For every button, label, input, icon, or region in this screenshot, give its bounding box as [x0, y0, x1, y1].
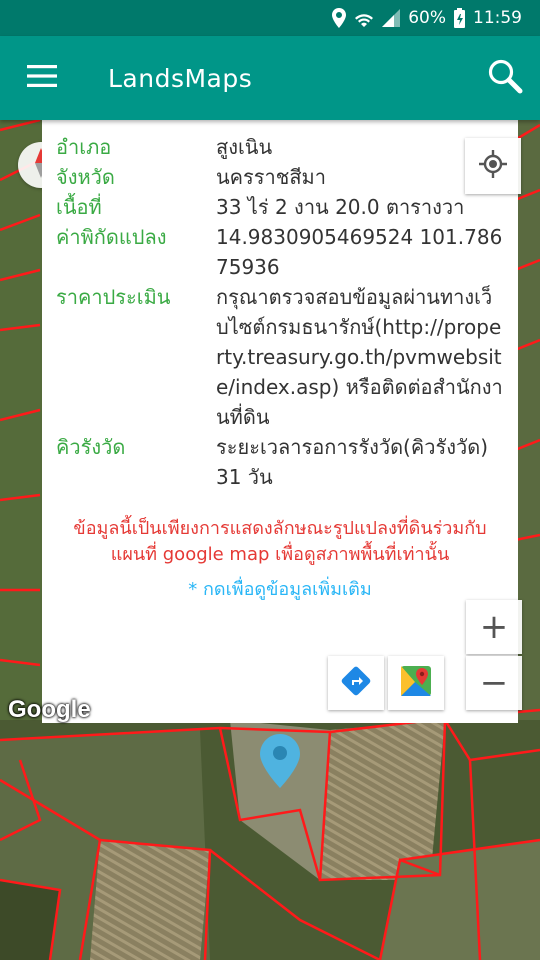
my-location-icon [478, 149, 508, 183]
location-icon [332, 8, 347, 28]
detail-value: สูงเนิน [216, 135, 273, 159]
detail-label: ค่าพิกัดแปลง [56, 225, 167, 249]
parcel-info-card: อำเภอ สูงเนิน จังหวัด นครราชสีมา เนื้อที… [42, 120, 518, 723]
my-location-button[interactable] [465, 138, 521, 194]
detail-label: อำเภอ [56, 135, 112, 159]
app-title: LandsMaps [108, 63, 253, 93]
detail-value: ระยะเวลารอการรังวัด(คิวรังวัด) 31 วัน [216, 435, 489, 489]
signal-icon [382, 9, 401, 27]
detail-row-survey-queue: คิวรังวัด ระยะเวลารอการรังวัด(คิวรังวัด)… [56, 432, 504, 492]
google-maps-icon [401, 666, 431, 700]
app-bar: LandsMaps [0, 36, 540, 120]
detail-value: 14.9830905469524 101.78675936 [216, 225, 503, 279]
detail-row-district: อำเภอ สูงเนิน [56, 132, 504, 162]
hamburger-icon [27, 65, 57, 91]
detail-label: เนื้อที่ [56, 195, 102, 219]
open-in-maps-button[interactable] [388, 656, 444, 710]
status-bar: 60% 11:59 [0, 0, 540, 36]
battery-percent: 60% [408, 8, 446, 28]
menu-button[interactable] [0, 36, 84, 120]
detail-value: 33 ไร่ 2 งาน 20.0 ตารางวา [216, 195, 465, 219]
directions-icon [341, 666, 371, 700]
card-top-spacer [56, 120, 504, 132]
wifi-icon [354, 9, 374, 27]
directions-button[interactable] [328, 656, 384, 710]
search-button[interactable] [470, 36, 540, 120]
detail-row-coordinates: ค่าพิกัดแปลง 14.9830905469524 101.786759… [56, 222, 504, 282]
detail-value: กรุณาตรวจสอบข้อมูลผ่านทางเว็บไซต์กรมธนาร… [216, 285, 503, 429]
more-info-link[interactable]: * กดเพื่อดูข้อมูลเพิ่มเติม [56, 574, 504, 603]
zoom-in-button[interactable]: + [466, 600, 522, 654]
detail-label: จังหวัด [56, 165, 115, 189]
detail-row-province: จังหวัด นครราชสีมา [56, 162, 504, 192]
zoom-out-button[interactable]: − [466, 656, 522, 710]
detail-value: นครราชสีมา [216, 165, 326, 189]
detail-row-appraisal: ราคาประเมิน กรุณาตรวจสอบข้อมูลผ่านทางเว็… [56, 282, 504, 432]
disclaimer-text: ข้อมูลนี้เป็นเพียงการแสดงลักษณะรูปแปลงที… [73, 518, 487, 565]
location-pin-icon[interactable] [258, 732, 302, 794]
battery-icon [454, 8, 465, 28]
detail-label: ราคาประเมิน [56, 285, 171, 309]
detail-label: คิวรังวัด [56, 435, 126, 459]
search-icon [487, 58, 523, 98]
clock: 11:59 [473, 8, 522, 28]
google-logo: Google [8, 696, 91, 723]
detail-row-area: เนื้อที่ 33 ไร่ 2 งาน 20.0 ตารางวา [56, 192, 504, 222]
